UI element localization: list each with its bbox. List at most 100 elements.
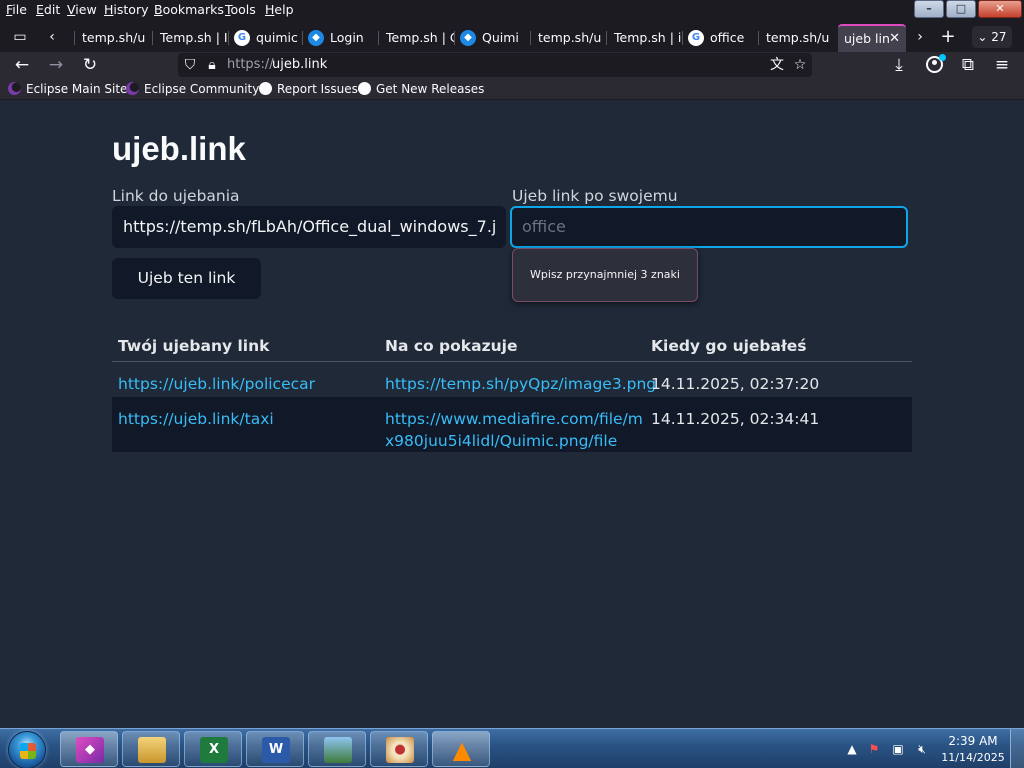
taskbar-word[interactable]: W xyxy=(246,731,304,767)
url-scheme: https:// xyxy=(227,57,274,72)
tab-groups-icon[interactable]: ▭ xyxy=(8,26,32,48)
links-table: Twój ujebany link Na co pokazuje Kiedy g… xyxy=(112,330,912,452)
github-icon xyxy=(259,82,272,95)
menu-view[interactable]: View xyxy=(67,2,97,17)
folder-icon xyxy=(138,737,166,763)
translate-icon[interactable]: 文 xyxy=(767,55,787,75)
eclipse-icon xyxy=(126,82,139,95)
downloads-icon[interactable]: ⤓ xyxy=(888,54,910,76)
app-launcher-icon: ◆ xyxy=(76,737,104,763)
action-center-flag-icon[interactable]: ⚑ xyxy=(866,741,882,757)
tab-ujeb-link-active[interactable]: ujeb lin ✕ xyxy=(838,24,906,52)
scroll-tabs-left-icon[interactable]: ‹ xyxy=(42,26,62,48)
menu-history[interactable]: History xyxy=(104,2,148,17)
close-tab-icon[interactable]: ✕ xyxy=(889,26,900,52)
address-bar[interactable]: ⛉ 🔒︎ https:// ujeb.link 文 ☆ xyxy=(178,53,812,77)
url-host: ujeb.link xyxy=(272,57,328,72)
close-icon[interactable]: ✕ xyxy=(978,0,1022,18)
column-header-target: Na co pokazuje xyxy=(385,337,518,355)
tab-quimi[interactable]: ◆ Quimi xyxy=(454,24,530,52)
window-controls: – □ ✕ xyxy=(912,0,1022,18)
show-desktop-button[interactable] xyxy=(1010,729,1024,768)
bookmark-get-new-releases[interactable]: Get New Releases xyxy=(358,81,484,97)
menu-file[interactable]: File xyxy=(6,2,27,17)
short-link[interactable]: https://ujeb.link/taxi xyxy=(118,408,274,430)
short-link[interactable]: https://ujeb.link/policecar xyxy=(118,373,315,395)
tab-temp-sh-1[interactable]: temp.sh/u xyxy=(74,24,152,52)
menu-edit[interactable]: Edit xyxy=(36,2,60,17)
tab-temp-sh-2[interactable]: Temp.sh | I xyxy=(152,24,228,52)
table-row: https://ujeb.link/policecar https://temp… xyxy=(112,362,912,397)
google-icon: G xyxy=(688,30,704,46)
forward-icon[interactable]: → xyxy=(45,54,67,76)
menu-bookmarks[interactable]: Bookmarks xyxy=(154,2,224,17)
tab-temp-sh-4[interactable]: temp.sh/u xyxy=(530,24,606,52)
show-hidden-icons-icon[interactable]: ▲ xyxy=(844,741,860,757)
validation-tooltip: Wpisz przynajmniej 3 znaki xyxy=(512,248,698,302)
new-tab-icon[interactable]: + xyxy=(936,26,960,48)
menu-tools[interactable]: Tools xyxy=(225,2,256,17)
minimize-icon[interactable]: – xyxy=(914,0,944,18)
shorten-button[interactable]: Ujeb ten link xyxy=(112,258,261,299)
target-link[interactable]: https://temp.sh/pyQpz/image3.png xyxy=(385,373,656,395)
created-date: 14.11.2025, 02:37:20 xyxy=(651,375,820,393)
maximize-icon[interactable]: □ xyxy=(946,0,976,18)
excel-icon: X xyxy=(200,737,228,763)
tab-quimic-google[interactable]: G quimic xyxy=(228,24,302,52)
bookmark-eclipse-main-site[interactable]: Eclipse Main Site xyxy=(8,81,127,97)
back-icon[interactable]: ← xyxy=(11,54,33,76)
tab-temp-sh-5[interactable]: Temp.sh | i xyxy=(606,24,682,52)
extensions-icon[interactable]: ⧉ xyxy=(957,54,979,76)
reload-icon[interactable]: ↻ xyxy=(79,54,101,76)
word-icon: W xyxy=(262,737,290,763)
url-input-label: Link do ujebania xyxy=(112,187,240,205)
taskbar-excel[interactable]: X xyxy=(184,731,242,767)
taskbar-vlc[interactable]: ▲ xyxy=(432,731,490,767)
bookmark-eclipse-community[interactable]: Eclipse Community xyxy=(126,81,259,97)
target-link[interactable]: https://www.mediafire.com/file/mx980juu5… xyxy=(385,408,645,452)
photo-viewer-icon xyxy=(324,737,352,763)
menu-help[interactable]: Help xyxy=(265,2,294,17)
tab-temp-sh-6[interactable]: temp.sh/u xyxy=(758,24,836,52)
column-header-short-link: Twój ujebany link xyxy=(118,337,270,355)
eclipse-icon xyxy=(8,82,21,95)
taskbar: ◆ X W ● ▲ ▲ ⚑ ▣ 🔇︎ 2:39 AM 11/14/2025 xyxy=(0,728,1024,768)
page-title: ujeb.link xyxy=(112,130,246,167)
github-icon xyxy=(358,82,371,95)
notification-dot xyxy=(939,54,946,61)
volume-muted-icon[interactable]: 🔇︎ xyxy=(914,741,930,757)
network-icon[interactable]: ▣ xyxy=(890,741,906,757)
taskbar-file-explorer[interactable] xyxy=(122,731,180,767)
tab-login[interactable]: ◆ Login xyxy=(302,24,378,52)
clock-date[interactable]: 11/14/2025 xyxy=(940,751,1006,764)
menu-icon[interactable]: ≡ xyxy=(991,54,1013,76)
tab-office-google[interactable]: G office xyxy=(682,24,758,52)
custom-slug-label: Ujeb link po swojemu xyxy=(512,187,678,205)
tab-bar: ▭ ‹ temp.sh/u Temp.sh | I G quimic ◆ Log… xyxy=(0,20,1024,52)
url-input[interactable] xyxy=(112,206,506,248)
taskbar-photo-viewer[interactable] xyxy=(308,731,366,767)
scroll-tabs-right-icon[interactable]: › xyxy=(910,26,930,48)
lock-icon[interactable]: 🔒︎ xyxy=(202,55,222,75)
taskbar-paint[interactable]: ● xyxy=(370,731,428,767)
tab-list-button[interactable]: ⌄ 27 xyxy=(972,26,1012,48)
table-header: Twój ujebany link Na co pokazuje Kiedy g… xyxy=(112,330,912,362)
azure-icon: ◆ xyxy=(308,30,324,46)
tab-count: 27 xyxy=(991,30,1007,44)
google-icon: G xyxy=(234,30,250,46)
taskbar-app-launcher[interactable]: ◆ xyxy=(60,731,118,767)
created-date: 14.11.2025, 02:34:41 xyxy=(651,410,820,428)
menu-bar: File Edit View History Bookmarks Tools H… xyxy=(0,0,1024,20)
start-button[interactable] xyxy=(8,731,46,768)
tab-temp-sh-3[interactable]: Temp.sh | C xyxy=(378,24,454,52)
bookmark-star-icon[interactable]: ☆ xyxy=(790,55,810,75)
bookmark-report-issues[interactable]: Report Issues xyxy=(259,81,358,97)
bookmarks-toolbar: Eclipse Main Site Eclipse Community Repo… xyxy=(0,78,1024,100)
clock-time[interactable]: 2:39 AM xyxy=(948,734,998,748)
chevron-down-icon: ⌄ xyxy=(977,30,988,44)
custom-slug-input[interactable] xyxy=(510,206,908,248)
table-row: https://ujeb.link/taxi https://www.media… xyxy=(112,397,912,452)
page-content: ujeb.link Link do ujebania Ujeb link po … xyxy=(0,100,1024,728)
shield-icon[interactable]: ⛉ xyxy=(180,55,200,75)
vlc-cone-icon: ▲ xyxy=(452,736,472,764)
